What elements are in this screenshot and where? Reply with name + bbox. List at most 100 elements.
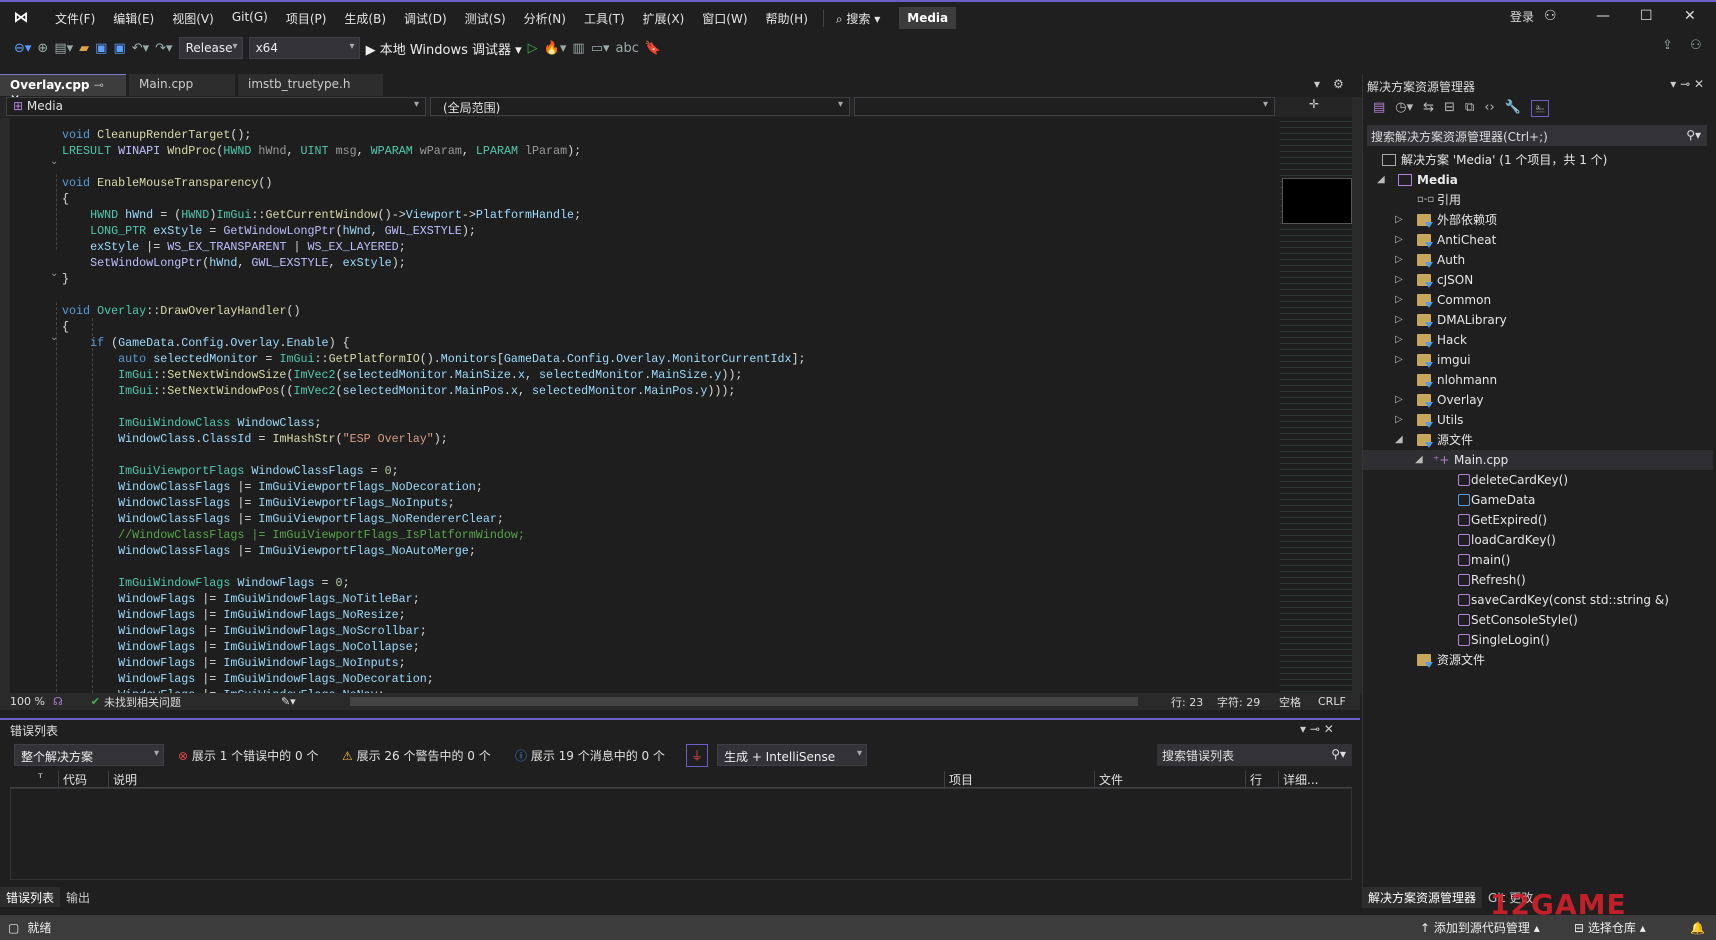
redo-icon[interactable]: ↷▾ (155, 41, 172, 56)
tree-member[interactable]: GameData (1363, 490, 1713, 510)
menu-item[interactable]: 扩展(X) (634, 10, 694, 27)
tree-item[interactable]: 资源文件 (1363, 650, 1713, 670)
configuration-dropdown[interactable]: Release (178, 37, 243, 59)
spell-check-icon[interactable]: abc (616, 41, 639, 56)
menu-item[interactable]: 帮助(H) (757, 10, 817, 27)
tree-item[interactable]: ▷ Auth (1363, 250, 1713, 270)
open-icon[interactable]: ▰ (79, 41, 89, 56)
filter-icon[interactable]: ⏚ (686, 744, 709, 767)
tab-imstb-truetype[interactable]: imstb_truetype.h (238, 74, 383, 96)
platform-dropdown[interactable]: x64 (248, 37, 360, 59)
switch-views-icon[interactable]: ▤ (1373, 100, 1385, 117)
tree-item[interactable]: ▷ AntiCheat (1363, 230, 1713, 250)
tree-solution[interactable]: 解决方案 'Media' (1 个项目，共 1 个) (1363, 150, 1713, 170)
menu-item[interactable]: 工具(T) (575, 10, 634, 27)
horizontal-scrollbar[interactable] (350, 697, 1138, 706)
collapse-icon[interactable]: ⌄ (50, 268, 58, 279)
collapse-icon[interactable]: ⌄ (50, 156, 58, 167)
copilot-icon[interactable]: ☊ (53, 695, 63, 708)
tree-item[interactable]: ▫-▫ 引用 (1363, 190, 1713, 210)
expand-arrow-icon[interactable]: ▷ (1395, 330, 1403, 350)
tree-member[interactable]: Refresh() (1363, 570, 1713, 590)
expand-arrow-icon[interactable]: ▷ (1395, 410, 1403, 430)
tab-solution-explorer[interactable]: 解决方案资源管理器 (1362, 887, 1483, 908)
tree-project[interactable]: ◢ Media (1363, 170, 1713, 190)
errors-filter-button[interactable]: ⊗ 展示 1 个错误中的 0 个 (178, 747, 318, 764)
project-dropdown[interactable]: ⊞ Media (6, 97, 426, 116)
search-icon[interactable]: ⚲▾ (1331, 747, 1346, 761)
hot-reload-icon[interactable]: 🔥▾ (544, 41, 567, 56)
minimize-button[interactable]: — (1596, 8, 1610, 24)
browse-icon[interactable]: ▥ (572, 41, 584, 56)
expand-arrow-icon[interactable]: ▷ (1395, 290, 1403, 310)
tree-item[interactable]: ▷ Hack (1363, 330, 1713, 350)
column-file[interactable]: 文件 (1094, 771, 1123, 787)
zoom-level-dropdown[interactable]: 100 % (10, 695, 45, 708)
select-repository[interactable]: ⊟ 选择仓库 ▴ (1574, 919, 1646, 936)
expanded-arrow-icon[interactable]: ◢ (1377, 170, 1385, 190)
pin-icon[interactable]: ⊸ (94, 78, 104, 92)
add-to-source-control[interactable]: ↑ 添加到源代码管理 ▴ (1420, 919, 1540, 936)
scope-dropdown[interactable]: 整个解决方案 (14, 744, 164, 766)
tab-error-list[interactable]: 错误列表 (0, 887, 61, 907)
menu-item[interactable]: 视图(V) (163, 10, 223, 27)
save-all-icon[interactable]: ▣ (113, 41, 125, 56)
new-project-icon[interactable]: ▤▾ (54, 41, 73, 56)
solution-search-input[interactable]: 搜索解决方案资源管理器(Ctrl+;) ⚲▾ (1367, 125, 1707, 146)
messages-filter-button[interactable]: ⓘ 展示 19 个消息中的 0 个 (515, 747, 665, 764)
tree-member[interactable]: deleteCardKey() (1363, 470, 1713, 490)
undo-icon[interactable]: ↶▾ (132, 41, 149, 56)
member-dropdown[interactable] (854, 97, 1275, 116)
tree-member[interactable]: main() (1363, 550, 1713, 570)
expand-arrow-icon[interactable]: ▷ (1395, 250, 1403, 270)
tree-item[interactable]: ◢ 源文件 (1363, 430, 1713, 450)
expanded-arrow-icon[interactable]: ◢ (1415, 450, 1423, 470)
save-icon[interactable]: ▣ (95, 41, 107, 56)
tree-item-file[interactable]: ◢ ⁺+ Main.cpp (1363, 450, 1713, 470)
code-cleanup-icon[interactable]: ✎▾ (281, 695, 296, 708)
panel-menu-icon[interactable]: ▾ ⊸ ✕ (1300, 722, 1334, 736)
tree-item[interactable]: ▷ Utils (1363, 410, 1713, 430)
menu-item[interactable]: 调试(D) (395, 10, 456, 27)
tree-member[interactable]: saveCardKey(const std::string &) (1363, 590, 1713, 610)
build-source-dropdown[interactable]: 生成 + IntelliSense (717, 744, 867, 766)
whitespace-mode[interactable]: 空格 (1279, 694, 1301, 710)
collapse-icon[interactable]: ⌄ (50, 332, 58, 343)
menu-item[interactable]: 分析(N) (515, 10, 575, 27)
scope-dropdown[interactable]: (全局范围) (430, 97, 850, 116)
minimap-viewport[interactable] (1282, 178, 1352, 224)
menu-item[interactable]: 编辑(E) (104, 10, 163, 27)
tab-overlay-cpp[interactable]: Overlay.cpp ⊸ ✕ (0, 74, 126, 106)
share-icon[interactable]: ⇪ (1662, 38, 1673, 53)
start-debugging-button[interactable]: ▶ 本地 Windows 调试器 ▾ (366, 39, 522, 58)
tab-output[interactable]: 输出 (60, 887, 96, 907)
error-search-input[interactable]: 搜索错误列表 ⚲▾ (1157, 744, 1352, 766)
bell-icon[interactable]: 🔔 (1690, 921, 1705, 935)
panel-controls-icon[interactable]: ▾ ⊸ ✕ (1670, 77, 1704, 91)
expand-arrow-icon[interactable]: ▷ (1395, 310, 1403, 330)
column-details[interactable]: 详细... (1278, 771, 1318, 787)
window-layout-icon[interactable]: ▭▾ (591, 41, 610, 56)
forward-icon[interactable]: ⊕ (37, 41, 48, 56)
tree-item[interactable]: ▷ cJSON (1363, 270, 1713, 290)
search-menu[interactable]: ⌕ 搜索 ▾ (822, 9, 889, 27)
column-description[interactable]: 说明 (108, 771, 137, 787)
settings-icon[interactable]: ⚙ (1333, 77, 1344, 91)
view-code-icon[interactable]: ‹› (1484, 100, 1494, 117)
menu-item[interactable]: 项目(P) (277, 10, 336, 27)
issues-status[interactable]: 未找到相关问题 (104, 694, 181, 710)
tree-member[interactable]: GetExpired() (1363, 510, 1713, 530)
collapse-all-icon[interactable]: ⊟ (1444, 100, 1455, 117)
expand-arrow-icon[interactable]: ▷ (1395, 270, 1403, 290)
back-icon[interactable]: ⊖▾ (14, 41, 31, 56)
tree-member[interactable]: SingleLogin() (1363, 630, 1713, 650)
line-endings[interactable]: CRLF (1318, 695, 1346, 708)
tree-item[interactable]: ▷ Overlay (1363, 390, 1713, 410)
tree-item[interactable]: ▷ DMALibrary (1363, 310, 1713, 330)
account-icon[interactable]: ⚇ (1544, 8, 1557, 24)
sync-icon[interactable]: ⇆ (1423, 100, 1434, 117)
expand-arrow-icon[interactable]: ▷ (1395, 210, 1403, 230)
menu-item[interactable]: 窗口(W) (693, 10, 756, 27)
tab-main-cpp[interactable]: Main.cpp (129, 74, 235, 96)
expand-arrow-icon[interactable]: ▷ (1395, 230, 1403, 250)
